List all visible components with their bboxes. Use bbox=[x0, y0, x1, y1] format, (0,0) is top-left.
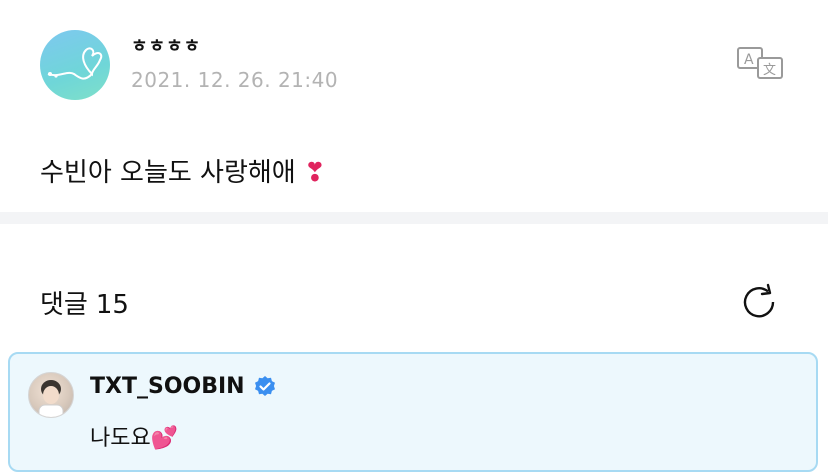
heart-doodle-icon bbox=[47, 47, 103, 80]
person-photo-icon bbox=[38, 380, 64, 417]
comments-header: 댓글 15 bbox=[40, 284, 129, 321]
comment-text-body: 나도요 bbox=[90, 426, 151, 451]
comment-author-avatar[interactable] bbox=[28, 372, 74, 418]
refresh-icon bbox=[743, 283, 775, 318]
post-body-text: 수빈아 오늘도 사랑해애 bbox=[40, 158, 296, 188]
comment-text: 나도요💕 bbox=[90, 420, 178, 452]
verified-badge-icon bbox=[254, 375, 275, 396]
post-timestamp: 2021. 12. 26. 21:40 bbox=[131, 68, 339, 92]
svg-text:文: 文 bbox=[763, 63, 776, 78]
svg-text:A: A bbox=[744, 52, 754, 68]
author-avatar[interactable] bbox=[40, 30, 110, 100]
comment-item[interactable]: TXT_SOOBIN 나도요💕 bbox=[8, 352, 818, 472]
comments-title: 댓글 bbox=[40, 290, 88, 320]
translate-icon: A 文 bbox=[737, 47, 783, 79]
comment-author-name: TXT_SOOBIN bbox=[90, 374, 245, 399]
translate-button[interactable]: A 文 bbox=[736, 46, 786, 80]
section-divider bbox=[0, 212, 828, 224]
post-body: 수빈아 오늘도 사랑해애 ❣ bbox=[40, 152, 326, 189]
heart-exclamation-icon: ❣ bbox=[304, 158, 326, 188]
comment-author[interactable]: TXT_SOOBIN bbox=[90, 374, 277, 399]
post-author-name[interactable]: ㅎㅎㅎㅎ bbox=[131, 32, 201, 58]
refresh-button[interactable] bbox=[740, 282, 780, 322]
comments-count: 15 bbox=[95, 290, 129, 320]
two-hearts-icon: 💕 bbox=[150, 426, 179, 451]
